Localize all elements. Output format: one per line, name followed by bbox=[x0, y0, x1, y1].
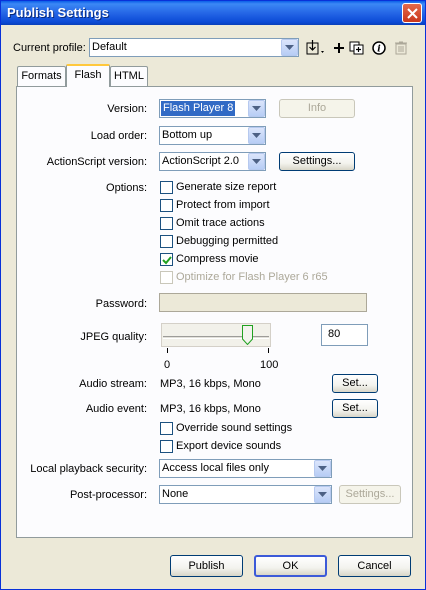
tab-flash[interactable]: Flash bbox=[66, 64, 110, 87]
window-title: Publish Settings bbox=[7, 5, 109, 20]
info-button[interactable]: Info bbox=[279, 99, 355, 118]
debugging-permitted-label: Debugging permitted bbox=[176, 235, 279, 247]
publish-button[interactable]: Publish bbox=[170, 555, 243, 577]
version-select[interactable]: Flash Player 8 bbox=[159, 99, 266, 118]
local-playback-security-label: Local playback security: bbox=[30, 463, 147, 475]
actionscript-version-value: ActionScript 2.0 bbox=[162, 155, 240, 167]
actionscript-version-select[interactable]: ActionScript 2.0 bbox=[159, 152, 266, 171]
chevron-down-icon[interactable] bbox=[314, 486, 331, 503]
slider-max-label: 100 bbox=[260, 359, 279, 371]
ok-button[interactable]: OK bbox=[254, 555, 327, 577]
override-sound-settings-checkbox[interactable] bbox=[160, 422, 173, 435]
profile-properties-icon[interactable]: i bbox=[370, 39, 388, 57]
checkmark-icon bbox=[162, 256, 172, 265]
audio-event-value: MP3, 16 kbps, Mono bbox=[160, 403, 261, 415]
protect-from-import-checkbox[interactable] bbox=[160, 199, 173, 212]
svg-text:i: i bbox=[377, 45, 381, 55]
local-playback-security-select[interactable]: Access local files only bbox=[159, 459, 332, 478]
tab-formats[interactable]: Formats bbox=[17, 66, 66, 86]
post-processor-label: Post-processor: bbox=[69, 489, 147, 501]
jpeg-quality-slider[interactable] bbox=[161, 323, 271, 347]
chevron-down-icon[interactable] bbox=[248, 100, 265, 117]
omit-trace-actions-label: Omit trace actions bbox=[176, 217, 265, 229]
close-icon bbox=[407, 8, 418, 19]
post-processor-settings-button[interactable]: Settings... bbox=[339, 485, 401, 504]
export-device-sounds-checkbox[interactable] bbox=[160, 440, 173, 453]
current-profile-label: Current profile: bbox=[13, 42, 86, 54]
tab-html[interactable]: HTML bbox=[110, 66, 148, 86]
password-label: Password: bbox=[95, 298, 147, 310]
options-label: Options: bbox=[106, 182, 147, 194]
compress-movie-label: Compress movie bbox=[176, 253, 259, 265]
publish-settings-dialog: Publish Settings Current profile: Defaul… bbox=[0, 0, 426, 590]
close-button[interactable] bbox=[402, 3, 422, 23]
chevron-down-icon[interactable] bbox=[248, 153, 265, 170]
slider-thumb[interactable] bbox=[242, 325, 254, 346]
load-order-select[interactable]: Bottom up bbox=[159, 126, 266, 145]
import-export-profile-icon[interactable] bbox=[305, 39, 324, 57]
omit-trace-actions-checkbox[interactable] bbox=[160, 217, 173, 230]
duplicate-profile-icon[interactable] bbox=[348, 39, 366, 57]
optimize-flash-player-6-checkbox[interactable] bbox=[160, 271, 173, 284]
debugging-permitted-checkbox[interactable] bbox=[160, 235, 173, 248]
slider-min-label: 0 bbox=[164, 359, 171, 371]
jpeg-quality-value: 80 bbox=[328, 328, 341, 340]
chevron-down-icon[interactable] bbox=[281, 39, 298, 56]
override-sound-settings-label: Override sound settings bbox=[176, 422, 293, 434]
actionscript-settings-button[interactable]: Settings... bbox=[279, 152, 355, 171]
cancel-button[interactable]: Cancel bbox=[338, 555, 411, 577]
delete-profile-icon[interactable] bbox=[392, 39, 410, 57]
audio-stream-set-button[interactable]: Set... bbox=[332, 374, 378, 393]
current-profile-value: Default bbox=[92, 41, 127, 53]
load-order-value: Bottom up bbox=[162, 129, 213, 141]
audio-stream-value: MP3, 16 kbps, Mono bbox=[160, 378, 261, 390]
add-profile-icon[interactable] bbox=[330, 39, 348, 57]
version-label: Version: bbox=[107, 103, 147, 115]
local-playback-security-value: Access local files only bbox=[162, 462, 269, 474]
load-order-label: Load order: bbox=[90, 130, 147, 142]
jpeg-quality-input[interactable]: 80 bbox=[321, 324, 368, 346]
version-value: Flash Player 8 bbox=[161, 101, 236, 116]
export-device-sounds-label: Export device sounds bbox=[176, 440, 282, 452]
audio-stream-label: Audio stream: bbox=[79, 378, 147, 390]
chevron-down-icon[interactable] bbox=[248, 127, 265, 144]
generate-size-report-checkbox[interactable] bbox=[160, 181, 173, 194]
password-field[interactable] bbox=[159, 293, 367, 312]
post-processor-value: None bbox=[162, 488, 189, 500]
slider-tick-min bbox=[167, 348, 168, 353]
current-profile-select[interactable]: Default bbox=[89, 38, 299, 57]
post-processor-select[interactable]: None bbox=[159, 485, 332, 504]
audio-event-label: Audio event: bbox=[85, 403, 147, 415]
generate-size-report-label: Generate size report bbox=[176, 181, 277, 193]
title-bar[interactable]: Publish Settings bbox=[1, 1, 425, 25]
jpeg-quality-label: JPEG quality: bbox=[80, 331, 147, 343]
chevron-down-icon[interactable] bbox=[314, 460, 331, 477]
actionscript-version-label: ActionScript version: bbox=[46, 156, 147, 168]
protect-from-import-label: Protect from import bbox=[176, 199, 270, 211]
compress-movie-checkbox[interactable] bbox=[160, 253, 173, 266]
slider-tick-max bbox=[268, 348, 269, 353]
audio-event-set-button[interactable]: Set... bbox=[332, 399, 378, 418]
optimize-flash-player-6-label: Optimize for Flash Player 6 r65 bbox=[176, 271, 328, 283]
